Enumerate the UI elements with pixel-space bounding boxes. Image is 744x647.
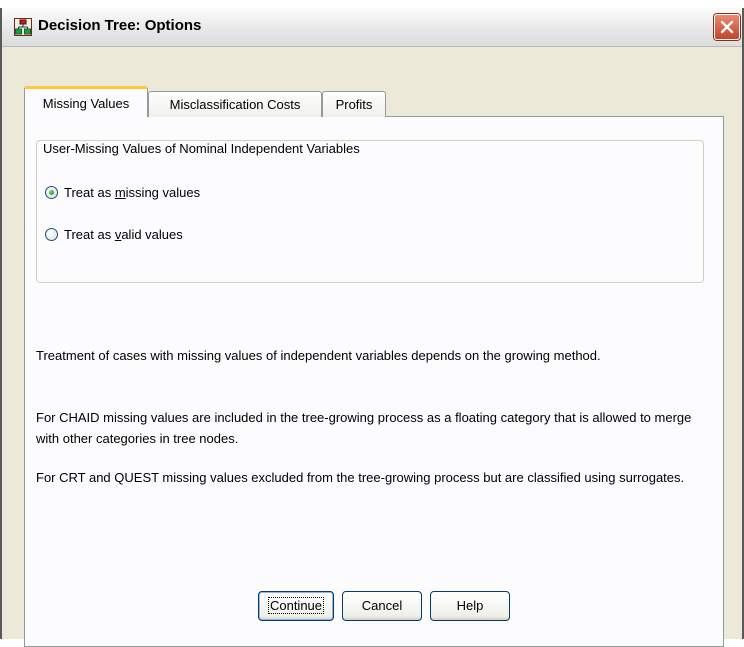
tab-profits[interactable]: Profits bbox=[322, 91, 386, 117]
continue-label: Continue bbox=[267, 597, 325, 614]
treat-as-valid-option[interactable]: Treat as valid values bbox=[45, 225, 183, 243]
treat-as-missing-option[interactable]: Treat as missing values bbox=[45, 183, 200, 201]
close-icon bbox=[720, 20, 734, 34]
decision-tree-icon bbox=[14, 18, 32, 36]
dialog-buttons: Continue Cancel Help bbox=[2, 591, 742, 623]
tab-label: Missing Values bbox=[42, 96, 130, 111]
tab-label: Profits bbox=[335, 97, 373, 112]
user-missing-values-group bbox=[36, 140, 704, 283]
title-bar[interactable]: Decision Tree: Options bbox=[2, 8, 742, 47]
info-paragraph-3: For CRT and QUEST missing values exclude… bbox=[36, 470, 685, 485]
tab-label: Misclassification Costs bbox=[169, 97, 301, 112]
info-paragraph-2: For CHAID missing values are included in… bbox=[36, 410, 692, 446]
tab-missing-values[interactable]: Missing Values bbox=[24, 86, 148, 117]
dialog-client-area: Missing Values Misclassification Costs P… bbox=[2, 47, 742, 647]
tab-strip: Missing Values Misclassification Costs P… bbox=[24, 83, 724, 117]
group-legend: User-Missing Values of Nominal Independe… bbox=[40, 141, 363, 156]
radio-treat-as-missing[interactable] bbox=[45, 185, 58, 199]
radio-label: Treat as valid values bbox=[64, 226, 183, 242]
radio-treat-as-valid[interactable] bbox=[45, 227, 58, 241]
tab-panel-missing-values: User-Missing Values of Nominal Independe… bbox=[24, 117, 724, 647]
help-button[interactable]: Help bbox=[430, 591, 510, 621]
dialog-window: Decision Tree: Options Missing Values Mi… bbox=[0, 8, 744, 647]
cancel-button[interactable]: Cancel bbox=[342, 591, 422, 621]
continue-button[interactable]: Continue bbox=[258, 591, 334, 621]
info-paragraph-1: Treatment of cases with missing values o… bbox=[36, 348, 601, 363]
radio-label: Treat as missing values bbox=[64, 184, 201, 200]
help-label: Help bbox=[456, 598, 484, 613]
close-button[interactable] bbox=[714, 14, 740, 40]
window-title: Decision Tree: Options bbox=[38, 17, 202, 34]
cancel-label: Cancel bbox=[361, 598, 403, 613]
tab-misclassification-costs[interactable]: Misclassification Costs bbox=[148, 91, 322, 117]
